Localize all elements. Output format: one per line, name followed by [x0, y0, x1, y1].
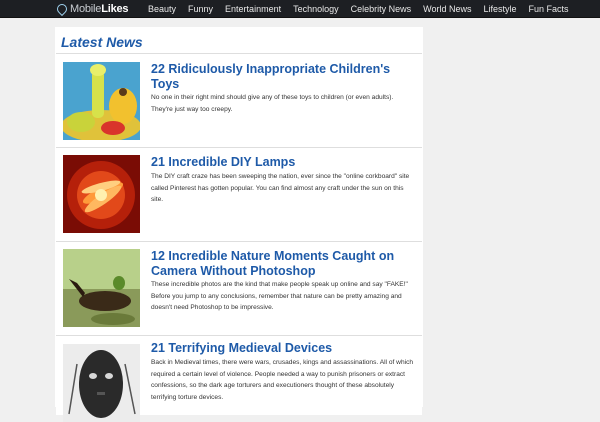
- site-logo[interactable]: MobileLikes: [54, 1, 129, 17]
- article-item: 12 Incredible Nature Moments Caught on C…: [56, 241, 422, 335]
- logo-prefix: Mobile: [70, 3, 102, 15]
- article-title[interactable]: 12 Incredible Nature Moments Caught on C…: [151, 249, 416, 279]
- main-nav: Beauty Funny Entertainment Technology Ce…: [142, 0, 575, 18]
- article-thumbnail[interactable]: [63, 344, 140, 422]
- nav-item-technology[interactable]: Technology: [287, 0, 345, 18]
- article-item: 22 Ridiculously Inappropriate Children's…: [56, 53, 422, 147]
- section-title: Latest News: [61, 34, 143, 50]
- article-item: 21 Terrifying Medieval Devices Back in M…: [56, 335, 422, 422]
- article-title[interactable]: 22 Ridiculously Inappropriate Children's…: [151, 62, 416, 92]
- article-title[interactable]: 21 Terrifying Medieval Devices: [151, 341, 416, 356]
- nav-item-world-news[interactable]: World News: [417, 0, 477, 18]
- article-thumbnail[interactable]: [63, 62, 140, 140]
- nav-item-entertainment[interactable]: Entertainment: [219, 0, 287, 18]
- article-thumbnail[interactable]: [63, 249, 140, 327]
- article-item: 21 Incredible DIY Lamps The DIY craft cr…: [56, 147, 422, 241]
- logo-drop-icon: [54, 1, 70, 17]
- logo-text: MobileLikes: [70, 3, 129, 15]
- article-description: No one in their right mind should give a…: [151, 94, 394, 113]
- top-navigation-bar: MobileLikes Beauty Funny Entertainment T…: [0, 0, 600, 18]
- nav-item-fun-facts[interactable]: Fun Facts: [523, 0, 575, 18]
- main-content: Latest News 22 Ridiculously Inappropriat…: [55, 27, 423, 422]
- nav-item-lifestyle[interactable]: Lifestyle: [478, 0, 523, 18]
- logo-suffix: Likes: [101, 3, 129, 15]
- article-description: These incredible photos are the kind tha…: [151, 281, 408, 311]
- article-description: The DIY craft craze has been sweeping th…: [151, 173, 410, 203]
- nav-item-funny[interactable]: Funny: [182, 0, 219, 18]
- article-title[interactable]: 21 Incredible DIY Lamps: [151, 155, 416, 170]
- nav-item-beauty[interactable]: Beauty: [142, 0, 182, 18]
- article-thumbnail[interactable]: [63, 155, 140, 233]
- nav-item-celebrity-news[interactable]: Celebrity News: [345, 0, 418, 18]
- article-description: Back in Medieval times, there were wars,…: [151, 359, 414, 401]
